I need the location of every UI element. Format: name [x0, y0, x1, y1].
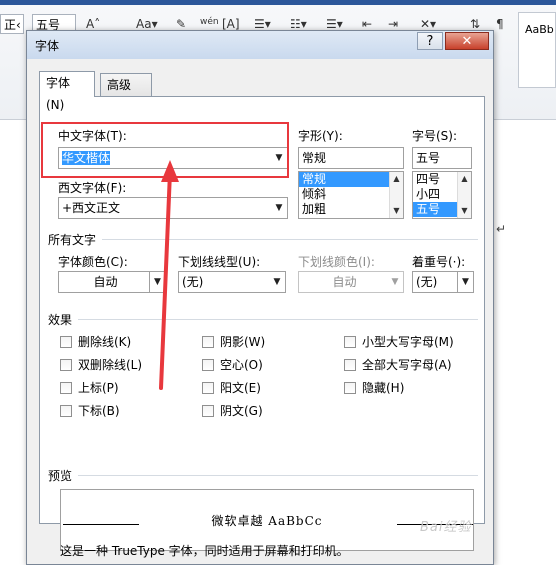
watermark-logo: Bai经验	[420, 520, 472, 535]
tab-font[interactable]: 字体(N)	[39, 71, 95, 112]
